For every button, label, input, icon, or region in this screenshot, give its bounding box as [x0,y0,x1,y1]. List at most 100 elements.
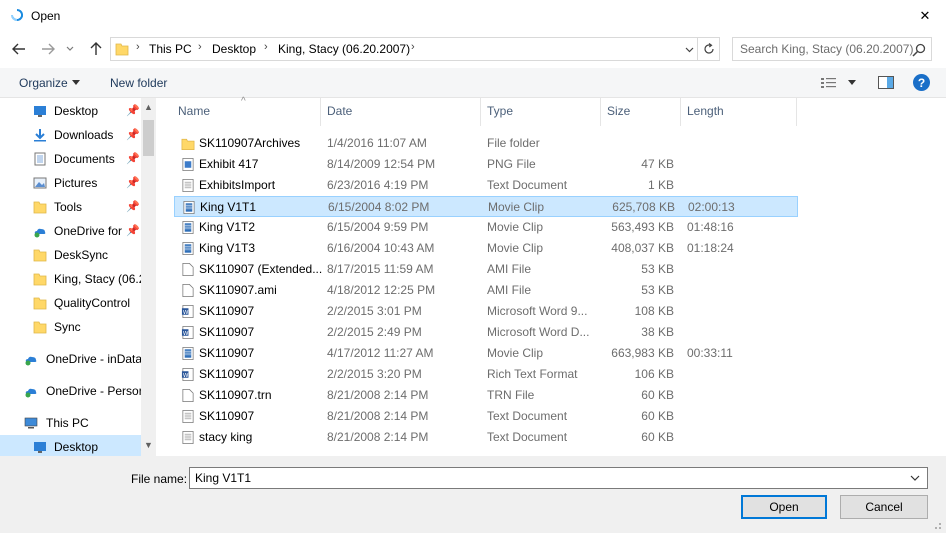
file-type: Microsoft Word D... [487,325,590,339]
file-row[interactable]: W SK110907 2/2/2015 3:01 PM Microsoft Word … [174,301,798,322]
chevron-down-icon[interactable] [848,80,856,85]
cancel-button[interactable]: Cancel [840,495,928,519]
sidebar-item-onedrive-for[interactable]: OneDrive for 📌 [0,219,141,243]
window-title: Open [31,9,61,23]
file-name: SK110907 [199,325,255,339]
sidebar-item-label: King, Stacy (06.2 [54,272,146,286]
file-row[interactable]: King V1T3 6/16/2004 10:43 AM Movie Clip 408… [174,238,798,259]
command-toolbar: Organize New folder ? [0,68,946,98]
column-divider[interactable] [480,98,481,126]
file-length: 00:33:11 [687,346,733,360]
sidebar-item-desktop-quick[interactable]: Desktop 📌 [0,99,141,123]
sidebar-item-this-pc[interactable]: This PC [0,411,141,435]
sidebar-item-pictures[interactable]: Pictures 📌 [0,171,141,195]
column-header-type[interactable]: Type [487,104,513,118]
file-date: 1/4/2016 11:07 AM [327,136,427,150]
breadcrumb-desktop[interactable]: Desktop [212,42,256,56]
file-name-input[interactable]: King V1T1 [189,467,928,489]
column-divider[interactable] [680,98,681,126]
file-date: 2/2/2015 3:01 PM [327,304,422,318]
file-date: 8/21/2008 2:14 PM [327,388,429,402]
back-button[interactable] [9,38,29,60]
organize-button[interactable]: Organize [19,76,68,90]
file-row[interactable]: W SK110907 2/2/2015 3:20 PM Rich Text Forma… [174,364,798,385]
close-button[interactable]: ✕ [912,4,938,28]
text-file-icon [182,179,194,192]
file-row[interactable]: W SK110907 2/2/2015 2:49 PM Microsoft Word … [174,322,798,343]
chevron-down-icon[interactable] [910,472,920,484]
file-size: 38 KB [641,325,674,339]
file-name: King V1T2 [199,220,256,234]
file-type: Rich Text Format [487,367,578,381]
address-bar[interactable]: › This PC › Desktop › King, Stacy (06.20… [110,37,698,61]
chevron-down-icon [72,80,80,85]
sidebar-item-label: DeskSync [54,248,109,262]
view-options-icon[interactable] [820,76,838,90]
sidebar-item-king-stacy[interactable]: King, Stacy (06.2 [0,267,145,291]
sidebar-item-label: Pictures [54,176,98,190]
column-divider[interactable] [796,98,797,126]
arrow-up-icon [90,42,102,55]
file-name: SK110907 [199,346,255,360]
breadcrumb-king-stacy[interactable]: King, Stacy (06.20.2007) [278,42,410,56]
file-row[interactable]: Exhibit 417 8/14/2009 12:54 PM PNG File 47 … [174,154,798,175]
folder-icon [115,43,129,56]
sidebar-item-sync[interactable]: Sync [0,315,141,339]
scroll-up-icon[interactable]: ▲ [144,102,153,112]
blank-file-icon [182,263,194,276]
sidebar-item-label: Desktop [54,440,99,454]
documents-icon [34,152,46,166]
column-divider[interactable] [600,98,601,126]
file-row[interactable]: SK110907 4/17/2012 11:27 AM Movie Clip 663,… [174,343,798,364]
up-button[interactable] [86,38,106,60]
forward-button[interactable] [38,38,58,60]
sidebar-item-tools[interactable]: Tools 📌 [0,195,141,219]
recent-locations-button[interactable] [63,38,77,60]
pin-icon: 📌 [126,201,140,213]
preview-pane-icon[interactable] [878,76,894,89]
sidebar-item-qualitycontrol[interactable]: QualityControl [0,291,141,315]
refresh-button[interactable] [698,37,720,61]
sidebar-item-desksync[interactable]: DeskSync [0,243,141,267]
breadcrumb-this-pc[interactable]: This PC [149,42,192,56]
sidebar-item-onedrive-indata[interactable]: OneDrive - inData [0,347,142,371]
file-row[interactable]: SK110907Archives 1/4/2016 11:07 AM File fo… [174,133,798,154]
column-divider[interactable] [320,98,321,126]
blank-file-icon [182,284,194,297]
file-row[interactable]: King V1T1 6/15/2004 8:02 PM Movie Clip 625,… [174,196,798,217]
column-header-size[interactable]: Size [607,104,630,118]
scrollbar-thumb[interactable] [143,120,154,156]
arrow-right-icon [42,43,55,55]
file-row[interactable]: SK110907 (Extended... 8/17/2015 11:59 AM A… [174,259,798,280]
file-type: TRN File [487,388,535,402]
column-header-length[interactable]: Length [687,104,724,118]
help-icon[interactable]: ? [913,74,930,91]
resize-grip-icon[interactable] [930,518,942,530]
column-header-date[interactable]: Date [327,104,352,118]
open-button[interactable]: Open [741,495,827,519]
sidebar-item-documents[interactable]: Documents 📌 [0,147,141,171]
file-row[interactable]: SK110907.trn 8/21/2008 2:14 PM TRN File 60 … [174,385,798,406]
text-file-icon [182,410,194,423]
file-size: 47 KB [641,157,674,171]
file-row[interactable]: SK110907.ami 4/18/2012 12:25 PM AMI File 53… [174,280,798,301]
file-date: 2/2/2015 3:20 PM [327,367,422,381]
file-row[interactable]: SK110907 8/21/2008 2:14 PM Text Document 60… [174,406,798,427]
column-header-name[interactable]: Name [178,104,210,118]
file-row[interactable]: ExhibitsImport 6/23/2016 4:19 PM Text Docu… [174,175,798,196]
search-input[interactable]: Search King, Stacy (06.20.2007) [732,37,932,61]
file-type: Movie Clip [487,220,544,234]
address-dropdown-button[interactable] [681,42,697,58]
file-row[interactable]: stacy king 8/21/2008 2:14 PM Text Document… [174,427,798,448]
file-size: 53 KB [641,283,674,297]
file-row[interactable]: King V1T2 6/15/2004 9:59 PM Movie Clip 563,… [174,217,798,238]
file-name: SK110907 [199,367,255,381]
navigation-scrollbar[interactable]: ▲ ▼ [141,98,156,456]
sidebar-item-onedrive-personal[interactable]: OneDrive - Persor [0,379,143,403]
sidebar-item-desktop-selected[interactable]: Desktop [0,435,141,456]
new-folder-button[interactable]: New folder [110,76,167,90]
file-size: 60 KB [641,409,674,423]
scroll-down-icon[interactable]: ▼ [144,440,153,450]
sidebar-item-downloads[interactable]: Downloads 📌 [0,123,141,147]
file-name: SK110907 (Extended... [199,262,323,276]
